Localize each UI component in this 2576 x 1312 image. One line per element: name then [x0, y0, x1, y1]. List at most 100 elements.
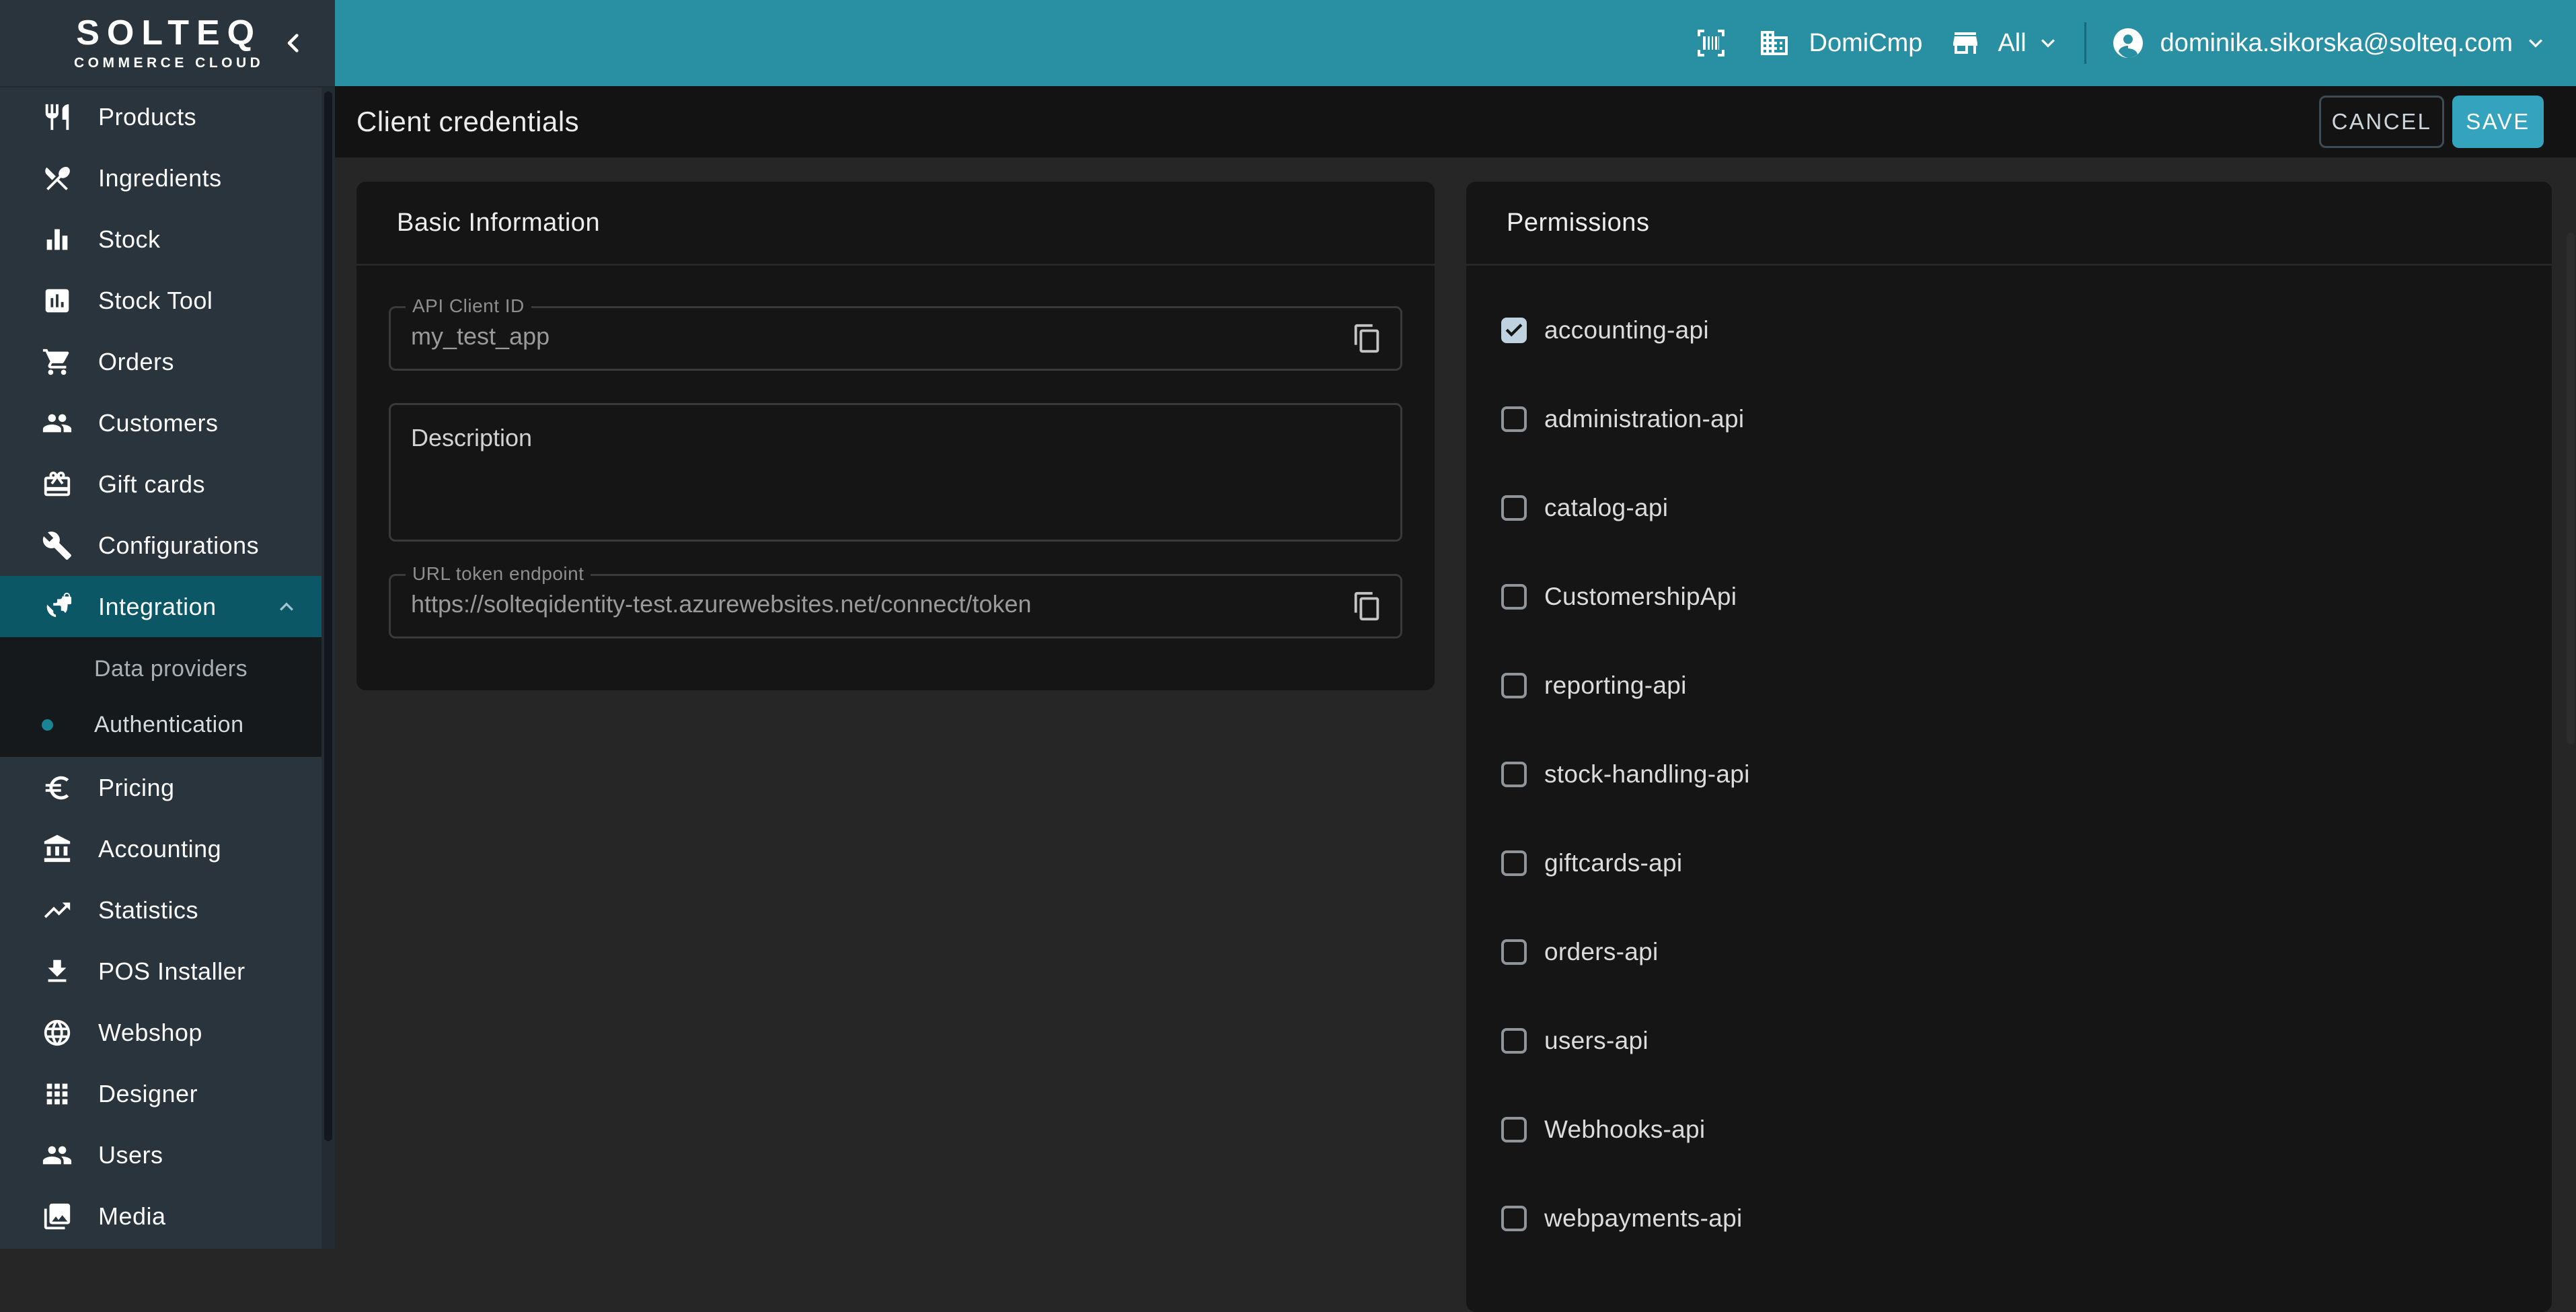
copy-icon[interactable] — [1352, 323, 1383, 354]
sidebar-item-customers[interactable]: Customers — [0, 392, 335, 453]
sidebar-item-pos-installer[interactable]: POS Installer — [0, 941, 335, 1002]
sidebar-scrollbar-thumb[interactable] — [324, 92, 332, 1141]
barcode-scan-icon[interactable] — [1695, 27, 1727, 59]
assessment-icon — [42, 285, 73, 316]
chevron-down-icon[interactable] — [2035, 30, 2061, 57]
active-dot — [42, 719, 53, 731]
company-building-icon[interactable] — [1758, 27, 1790, 59]
checkbox[interactable] — [1501, 406, 1527, 432]
api-client-id-label: API Client ID — [406, 295, 531, 317]
trending-up-icon — [42, 895, 73, 926]
brand-name: SOLTEQ — [76, 15, 262, 50]
brand-tagline: COMMERCE CLOUD — [74, 55, 264, 71]
chevron-down-icon[interactable] — [2522, 30, 2549, 57]
topbar-divider — [2084, 22, 2086, 64]
description-label: Description — [391, 405, 1400, 452]
integration-submenu: Data providers Authentication — [0, 637, 335, 757]
save-button[interactable]: SAVE — [2452, 96, 2544, 148]
company-name[interactable]: DomiCmp — [1809, 29, 1923, 58]
sidebar-item-products[interactable]: Products — [0, 86, 335, 147]
basic-information-title: Basic Information — [356, 182, 1435, 266]
checkbox[interactable] — [1501, 318, 1527, 343]
brand-logo: SOLTEQ COMMERCE CLOUD — [74, 15, 264, 71]
permission-row[interactable]: users-api — [1466, 996, 2552, 1085]
sidebar-nav: Products Ingredients Stock Stock Tool Or… — [0, 86, 335, 1249]
permission-row[interactable]: catalog-api — [1466, 464, 2552, 552]
chevron-up-icon[interactable] — [273, 593, 300, 620]
download-icon — [42, 956, 73, 987]
sidebar-item-integration[interactable]: Integration — [0, 576, 335, 637]
copy-icon[interactable] — [1352, 591, 1383, 622]
checkbox[interactable] — [1501, 584, 1527, 610]
permission-row[interactable]: webpayments-api — [1466, 1174, 2552, 1263]
bank-icon — [42, 834, 73, 865]
giftcard-icon — [42, 469, 73, 500]
grid-icon — [42, 1079, 73, 1109]
sidebar-item-orders[interactable]: Orders — [0, 331, 335, 392]
sidebar-item-stock[interactable]: Stock — [0, 209, 335, 270]
api-client-id-field: API Client ID my_test_app — [389, 306, 1402, 371]
window-scrollbar-thumb[interactable] — [2567, 233, 2575, 744]
url-token-endpoint-label: URL token endpoint — [406, 563, 591, 585]
sidebar-item-statistics[interactable]: Statistics — [0, 879, 335, 941]
store-filter-value[interactable]: All — [1998, 29, 2026, 58]
checkbox[interactable] — [1501, 1117, 1527, 1142]
photo-library-icon — [42, 1201, 73, 1232]
permission-row[interactable]: accounting-api — [1466, 286, 2552, 375]
user-email[interactable]: dominika.sikorska@solteq.com — [2160, 29, 2513, 58]
avatar-icon[interactable] — [2112, 27, 2144, 59]
topbar: DomiCmp All dominika.sikorska@solteq.com — [335, 0, 2576, 86]
sidebar-item-ingredients[interactable]: Ingredients — [0, 147, 335, 209]
permission-row[interactable]: stock-handling-api — [1466, 730, 2552, 819]
permissions-list: accounting-api administration-api catalo… — [1466, 266, 2552, 1263]
sidebar-item-designer[interactable]: Designer — [0, 1063, 335, 1124]
sidebar-item-configurations[interactable]: Configurations — [0, 515, 335, 576]
sidebar-item-users[interactable]: Users — [0, 1124, 335, 1186]
page-title: Client credentials — [356, 106, 2319, 138]
sidebar-item-gift-cards[interactable]: Gift cards — [0, 453, 335, 515]
sidebar-item-webshop[interactable]: Webshop — [0, 1002, 335, 1063]
globe-icon — [42, 1017, 73, 1048]
euro-icon — [42, 772, 73, 803]
shopping-cart-icon — [42, 347, 73, 377]
people-icon — [42, 1140, 73, 1171]
globe-lock-icon — [42, 591, 73, 622]
permission-row[interactable]: CustomershipApi — [1466, 552, 2552, 641]
page-header: Client credentials CANCEL SAVE — [335, 86, 2576, 157]
permissions-title: Permissions — [1466, 182, 2552, 266]
checkbox[interactable] — [1501, 673, 1527, 698]
sidebar-subitem-data-providers[interactable]: Data providers — [0, 641, 335, 697]
bar-chart-icon — [42, 224, 73, 255]
store-icon[interactable] — [1949, 27, 1981, 59]
checkbox[interactable] — [1501, 495, 1527, 521]
sidebar-item-stock-tool[interactable]: Stock Tool — [0, 270, 335, 331]
checkbox[interactable] — [1501, 762, 1527, 787]
url-token-endpoint-field: URL token endpoint https://solteqidentit… — [389, 574, 1402, 639]
checkbox[interactable] — [1501, 1028, 1527, 1054]
sidebar-header: SOLTEQ COMMERCE CLOUD — [0, 0, 335, 87]
sidebar-collapse-icon[interactable] — [280, 29, 308, 57]
permission-row[interactable]: Webhooks-api — [1466, 1085, 2552, 1174]
cancel-button[interactable]: CANCEL — [2319, 96, 2444, 148]
permission-row[interactable]: orders-api — [1466, 908, 2552, 996]
page-actions: CANCEL SAVE — [2319, 96, 2544, 148]
sidebar-scrollbar-track[interactable] — [321, 86, 335, 1249]
sidebar-item-pricing[interactable]: Pricing — [0, 757, 335, 818]
wrench-icon — [42, 530, 73, 561]
description-field[interactable]: Description — [389, 403, 1402, 542]
checkbox[interactable] — [1501, 850, 1527, 876]
permission-row[interactable]: giftcards-api — [1466, 819, 2552, 908]
permission-row[interactable]: reporting-api — [1466, 641, 2552, 730]
api-client-id-value[interactable]: my_test_app — [391, 308, 1400, 365]
basic-information-card: Basic Information API Client ID my_test_… — [356, 182, 1435, 690]
people-icon — [42, 408, 73, 439]
permission-row[interactable]: administration-api — [1466, 375, 2552, 464]
checkbox[interactable] — [1501, 939, 1527, 965]
restaurant-icon — [42, 102, 73, 133]
sidebar-item-accounting[interactable]: Accounting — [0, 818, 335, 879]
checkbox[interactable] — [1501, 1206, 1527, 1231]
permissions-card: Permissions accounting-api administratio… — [1466, 182, 2552, 1312]
sidebar-item-media[interactable]: Media — [0, 1186, 335, 1247]
sidebar-subitem-authentication[interactable]: Authentication — [0, 697, 335, 753]
restaurant-menu-icon — [42, 163, 73, 194]
